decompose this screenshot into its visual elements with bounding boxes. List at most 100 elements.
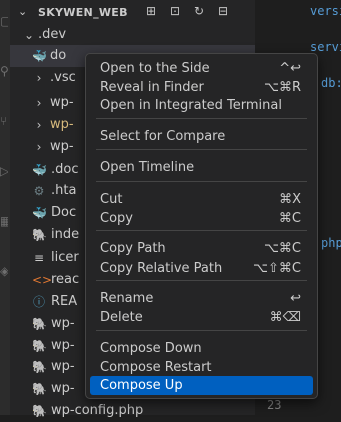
file-tree-item[interactable]: 🐘 wp-config.php (10, 400, 255, 422)
file-tree-label: wp- (51, 338, 75, 353)
menu-item-compose-restart[interactable]: Compose Restart (90, 358, 313, 377)
menu-separator (96, 330, 307, 331)
menu-item-shortcut: ⌘X (279, 192, 301, 207)
docker-activity-icon[interactable]: ◈ (0, 264, 8, 278)
file-tree-label: do (50, 48, 67, 63)
collapse-icon[interactable]: ⊟ (216, 4, 230, 18)
file-tree-label: wp- (51, 316, 75, 331)
explorer-actions: ⊞ ⊡ ↻ ⊟ (144, 4, 230, 22)
code-line: versi (310, 4, 341, 18)
menu-separator (96, 230, 307, 231)
lines-icon: ≡ (33, 251, 45, 265)
php-icon: 🐘 (32, 360, 47, 374)
menu-item-label: Delete (100, 310, 143, 325)
menu-item-label: Copy Relative Path (100, 261, 223, 276)
menu-item-label: Compose Down (100, 341, 202, 356)
menu-item-label: Open to the Side (100, 61, 210, 76)
menu-item-shortcut: ⌥⌘R (263, 80, 301, 95)
php-icon: 🐘 (32, 339, 47, 353)
file-tree-label: Doc (51, 205, 77, 220)
folder-icon: › (36, 96, 42, 110)
menu-item-shortcut: ⌥⌘C (263, 241, 301, 256)
menu-item-label: Reveal in Finder (100, 80, 204, 95)
menu-item-label: Compose Up (100, 378, 183, 393)
extensions-icon[interactable]: ▦ (0, 214, 8, 228)
menu-item-label: Open Timeline (100, 160, 195, 175)
chevron-down-icon[interactable]: ⌄ (18, 5, 27, 18)
new-folder-icon[interactable]: ⊡ (168, 4, 182, 18)
menu-item-open-timeline[interactable]: Open Timeline (90, 158, 313, 177)
run-icon[interactable]: ▷ (0, 164, 8, 178)
menu-item-compose-up[interactable]: Compose Up (90, 376, 313, 395)
menu-separator (96, 149, 307, 150)
menu-item-shortcut: ⌘C (278, 211, 301, 226)
search-icon[interactable]: ⚲ (0, 64, 8, 78)
context-menu: Open to the Side ^↩ Reveal in Finder ⌥⌘R Ope… (85, 53, 318, 399)
menu-item-copy-relative-path[interactable]: Copy Relative Path ⌥⇧⌘C (90, 259, 313, 278)
menu-item-label: Cut (100, 192, 123, 207)
code-line: db: (321, 76, 341, 90)
file-tree-label: .hta (51, 183, 77, 198)
file-tree-label: wp- (50, 139, 74, 154)
menu-separator (96, 118, 307, 119)
chevron-down-icon: ⌄ (23, 28, 35, 42)
menu-separator (96, 280, 307, 281)
menu-item-compose-down[interactable]: Compose Down (90, 339, 313, 358)
menu-item-shortcut: ^↩ (279, 61, 301, 76)
menu-item-shortcut: ⌥⇧⌘C (253, 261, 301, 276)
menu-item-cut[interactable]: Cut ⌘X (90, 190, 313, 209)
explorer-icon[interactable]: ▢ (0, 14, 8, 28)
docker-icon: 🐳 (32, 206, 47, 220)
menu-item-select-for-compare[interactable]: Select for Compare (90, 127, 313, 146)
html-icon: <> (32, 273, 53, 287)
menu-separator (96, 181, 307, 182)
file-tree-item[interactable]: ⌄ .dev (10, 24, 255, 46)
file-tree-label: reac (51, 272, 80, 287)
file-tree-label: .doc (51, 162, 79, 177)
menu-item-open-in-integrated-terminal[interactable]: Open in Integrated Terminal (90, 96, 313, 115)
line-number: 23 (267, 398, 282, 412)
menu-item-label: Compose Restart (100, 360, 212, 375)
refresh-icon[interactable]: ↻ (192, 4, 206, 18)
new-file-icon[interactable]: ⊞ (144, 4, 158, 18)
file-tree-label: licer (51, 250, 79, 265)
activity-bar: ▢ ⚲ ⑂ ▷ ▦ ◈ (0, 0, 10, 415)
menu-item-label: Copy Path (100, 241, 166, 256)
menu-item-copy[interactable]: Copy ⌘C (90, 209, 313, 228)
file-tree-label: REA (51, 294, 78, 309)
php-icon: 🐘 (32, 317, 47, 331)
code-line: servi (310, 40, 341, 54)
file-tree-label: .dev (38, 27, 67, 42)
file-tree-label: wp- (51, 381, 75, 396)
menu-item-open-to-the-side[interactable]: Open to the Side ^↩ (90, 59, 313, 78)
explorer-header[interactable]: ⌄ SKYWEN_WEB ⊞ ⊡ ↻ ⊟ (10, 0, 255, 26)
menu-item-rename[interactable]: Rename ↩ (90, 289, 313, 308)
file-tree-label: wp- (51, 359, 75, 374)
menu-item-label: Copy (100, 211, 133, 226)
gear-icon: ⚙ (33, 184, 45, 198)
workspace-title: SKYWEN_WEB (38, 6, 128, 19)
menu-item-reveal-in-finder[interactable]: Reveal in Finder ⌥⌘R (90, 78, 313, 97)
menu-item-label: Select for Compare (100, 129, 226, 144)
menu-item-label: Open in Integrated Terminal (100, 98, 282, 113)
php-icon: 🐘 (32, 228, 47, 242)
menu-item-delete[interactable]: Delete ⌘⌫ (90, 308, 313, 327)
file-tree-label: wp- (50, 95, 74, 110)
php-icon: 🐘 (32, 404, 47, 418)
file-tree-label: .vsc (50, 70, 76, 85)
menu-item-shortcut: ⌘⌫ (269, 310, 301, 325)
menu-item-label: Rename (100, 291, 154, 306)
file-tree-label: inde (51, 227, 80, 242)
menu-item-shortcut: ↩ (290, 291, 301, 306)
source-control-icon[interactable]: ⑂ (0, 114, 8, 128)
folder-icon: › (36, 118, 42, 132)
code-line: php (321, 236, 341, 250)
docker-icon: 🐳 (32, 49, 47, 63)
folder-icon: › (36, 140, 42, 154)
info-icon: ⓘ (32, 295, 45, 309)
docker-icon: 🐳 (32, 163, 47, 177)
php-icon: 🐘 (32, 382, 47, 396)
file-tree-label: wp-config.php (51, 403, 144, 418)
folder-icon: › (36, 71, 42, 85)
menu-item-copy-path[interactable]: Copy Path ⌥⌘C (90, 239, 313, 258)
